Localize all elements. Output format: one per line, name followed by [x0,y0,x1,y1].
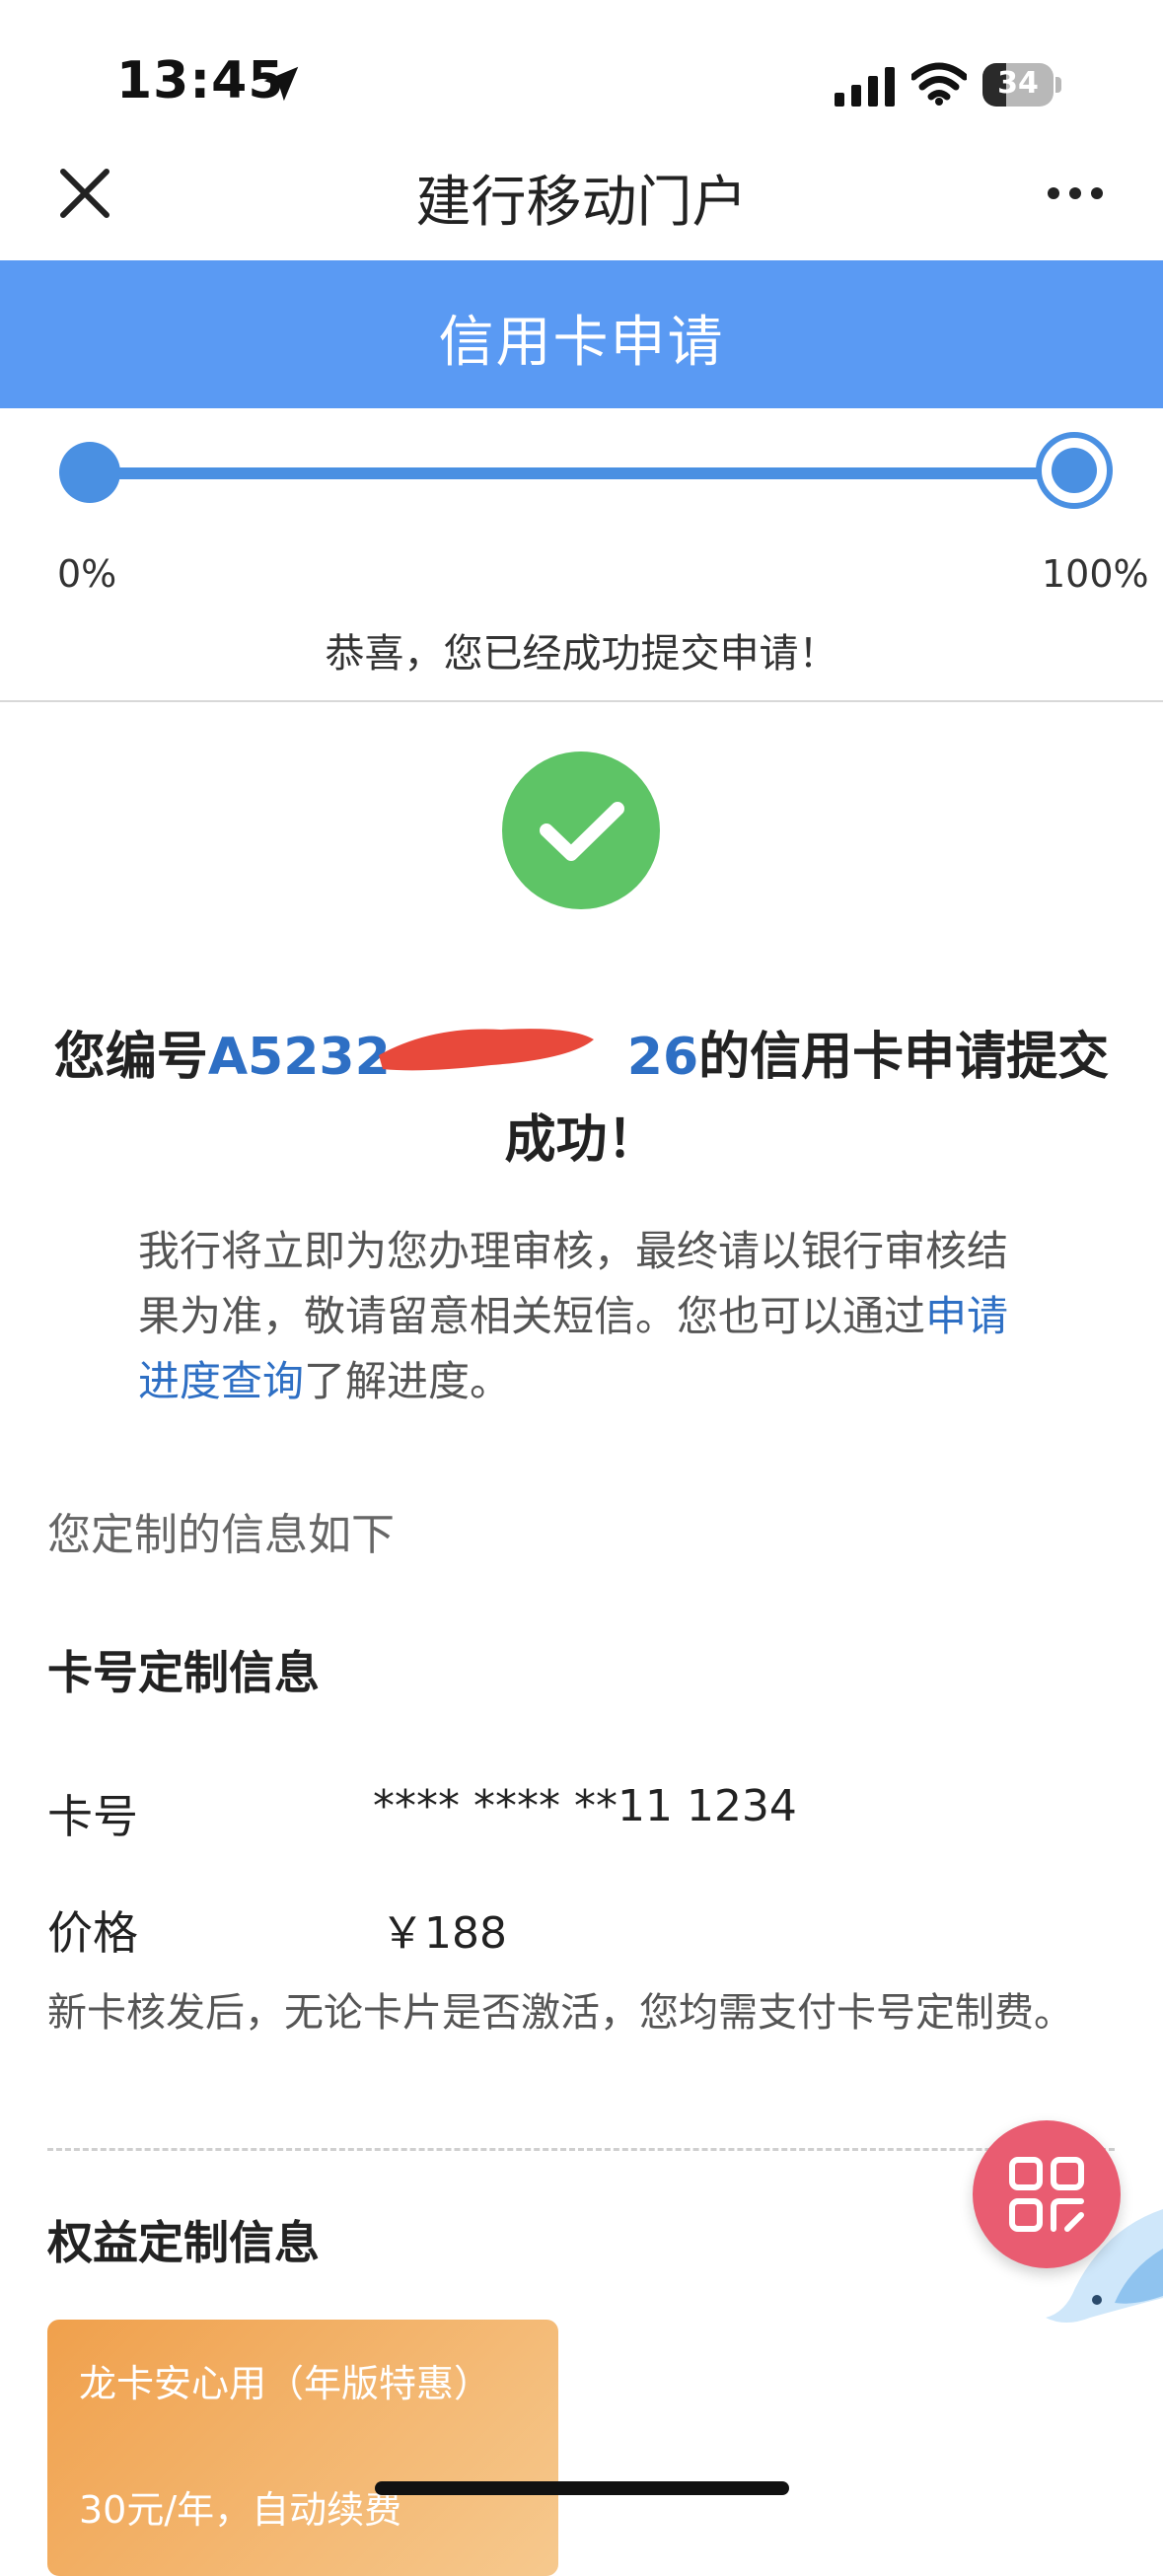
application-number-tail: 26 [626,1028,699,1087]
floating-menu-button[interactable] [973,2120,1121,2268]
price-value: ￥188 [381,1908,507,1959]
progress-end-label: 100% [1042,552,1149,596]
desc-text: 我行将立即为您办理审核，最终请以银行审核结果为准，敬请留意相关短信。您也可以通过 [138,1227,1009,1340]
nav-title: 建行移动门户 [415,171,748,235]
battery-level-text: 34 [997,66,1039,101]
progress-message: 恭喜，您已经成功提交申请！ [325,631,838,677]
benefit-section-title: 权益定制信息 [47,2216,320,2269]
success-check-icon [502,751,660,909]
cellular-signal-icon [835,67,895,107]
fee-note: 新卡核发后，无论卡片是否激活，您均需支付卡号定制费。 [47,1990,1073,2036]
benefit-price: 30元/年，自动续费 [79,2488,402,2532]
desc-end: 了解进度。 [304,1357,512,1405]
progress-start-label: 0% [57,552,117,596]
home-indicator[interactable] [375,2481,789,2495]
more-dots-icon[interactable] [1046,185,1105,201]
application-number: A5232 [207,1028,391,1087]
card-number-value: **** **** **11 1234 [373,1781,797,1831]
headline-prefix: 您编号 [53,1028,208,1087]
location-arrow-icon [263,66,299,102]
divider [0,700,1163,702]
dashed-divider [47,2148,1115,2151]
progress-start-dot [59,442,120,503]
page-title: 信用卡申请 [438,311,725,375]
success-description: 我行将立即为您办理审核，最终请以银行审核结果为准，敬请留意相关短信。您也可以通过… [138,1219,1046,1414]
grid-apps-icon [1009,2157,1084,2232]
card-section-title: 卡号定制信息 [47,1646,320,1699]
redaction-mark [379,1029,594,1071]
progress-end-dot [1036,432,1113,509]
wifi-icon [911,62,967,106]
progress-track [89,467,1075,479]
benefit-name: 龙卡安心用（年版特惠） [79,2362,492,2405]
battery-indicator: 34 [982,63,1061,107]
card-number-label: 卡号 [47,1790,138,1843]
price-label: 价格 [47,1906,138,1960]
custom-info-intro: 您定制的信息如下 [47,1510,395,1560]
